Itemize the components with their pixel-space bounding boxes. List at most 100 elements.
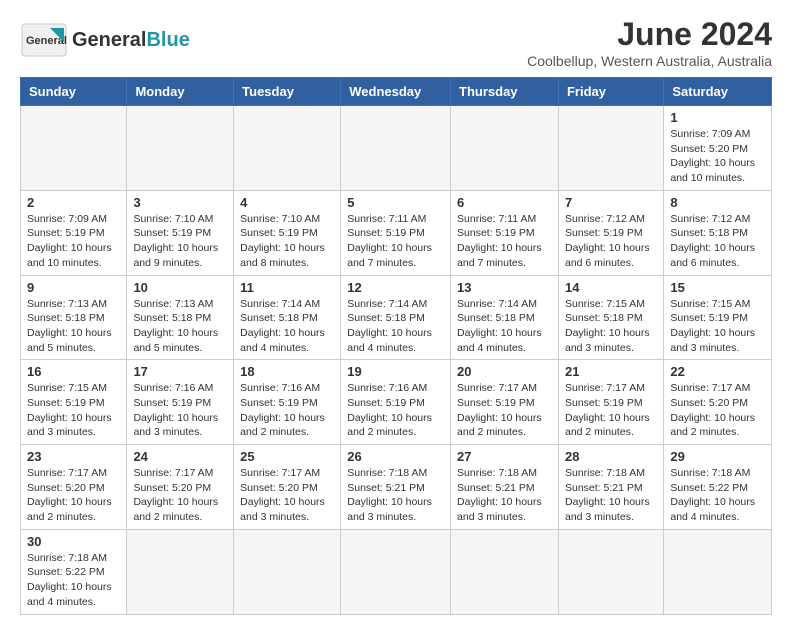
- day-info: Sunrise: 7:12 AM Sunset: 5:18 PM Dayligh…: [670, 212, 765, 271]
- day-number: 5: [347, 195, 444, 210]
- day-number: 27: [457, 449, 552, 464]
- calendar-day-cell: 11Sunrise: 7:14 AM Sunset: 5:18 PM Dayli…: [234, 275, 341, 360]
- day-info: Sunrise: 7:18 AM Sunset: 5:21 PM Dayligh…: [565, 466, 657, 525]
- calendar-day-cell: 22 Sunrise: 7:17 AM Sunset: 5:20 PM Dayli…: [664, 360, 772, 445]
- header: General GeneralBlue June 2024 Coolbellup…: [20, 16, 772, 69]
- day-info: Sunrise: 7:15 AM Sunset: 5:18 PM Dayligh…: [565, 297, 657, 356]
- day-number: 2: [27, 195, 120, 210]
- day-info: Sunrise: 7:11 AM Sunset: 5:19 PM Dayligh…: [457, 212, 552, 271]
- calendar-day-cell: 3 Sunrise: 7:10 AM Sunset: 5:19 PM Daylig…: [127, 190, 234, 275]
- day-number: 15: [670, 280, 765, 295]
- day-info: Sunrise: 7:17 AM Sunset: 5:20 PM Dayligh…: [240, 466, 334, 525]
- calendar-day-cell: [341, 106, 451, 191]
- calendar-day-cell: 27 Sunrise: 7:18 AM Sunset: 5:21 PM Dayli…: [451, 445, 559, 530]
- calendar-day-cell: 12 Sunrise: 7:14 AM Sunset: 5:18 PM Dayli…: [341, 275, 451, 360]
- day-number: 17: [133, 364, 227, 379]
- day-number: 9: [27, 280, 120, 295]
- logo-icon: General: [20, 16, 68, 64]
- day-number: 24: [133, 449, 227, 464]
- day-info: Sunrise: 7:16 AM Sunset: 5:19 PM Dayligh…: [240, 381, 334, 440]
- day-number: 22: [670, 364, 765, 379]
- weekday-header-row: SundayMondayTuesdayWednesdayThursdayFrid…: [21, 78, 772, 106]
- day-info: Sunrise: 7:17 AM Sunset: 5:20 PM Dayligh…: [670, 381, 765, 440]
- calendar-day-cell: [451, 529, 559, 614]
- day-number: 6: [457, 195, 552, 210]
- day-number: 11: [240, 280, 334, 295]
- calendar-day-cell: 28Sunrise: 7:18 AM Sunset: 5:21 PM Dayli…: [558, 445, 663, 530]
- day-number: 8: [670, 195, 765, 210]
- weekday-header-thursday: Thursday: [451, 78, 559, 106]
- title-area: June 2024 Coolbellup, Western Australia,…: [527, 16, 772, 69]
- day-number: 10: [133, 280, 227, 295]
- calendar-day-cell: 9 Sunrise: 7:13 AM Sunset: 5:18 PM Daylig…: [21, 275, 127, 360]
- calendar-day-cell: 14 Sunrise: 7:15 AM Sunset: 5:18 PM Dayli…: [558, 275, 663, 360]
- weekday-header-wednesday: Wednesday: [341, 78, 451, 106]
- weekday-header-monday: Monday: [127, 78, 234, 106]
- weekday-header-friday: Friday: [558, 78, 663, 106]
- day-number: 13: [457, 280, 552, 295]
- day-info: Sunrise: 7:16 AM Sunset: 5:19 PM Dayligh…: [347, 381, 444, 440]
- day-info: Sunrise: 7:17 AM Sunset: 5:19 PM Dayligh…: [457, 381, 552, 440]
- day-info: Sunrise: 7:18 AM Sunset: 5:22 PM Dayligh…: [670, 466, 765, 525]
- day-number: 29: [670, 449, 765, 464]
- day-number: 19: [347, 364, 444, 379]
- calendar-week-row: 9 Sunrise: 7:13 AM Sunset: 5:18 PM Daylig…: [21, 275, 772, 360]
- calendar-day-cell: [451, 106, 559, 191]
- calendar-day-cell: 18 Sunrise: 7:16 AM Sunset: 5:19 PM Dayli…: [234, 360, 341, 445]
- day-info: Sunrise: 7:13 AM Sunset: 5:18 PM Dayligh…: [27, 297, 120, 356]
- day-number: 30: [27, 534, 120, 549]
- day-info: Sunrise: 7:11 AM Sunset: 5:19 PM Dayligh…: [347, 212, 444, 271]
- day-number: 14: [565, 280, 657, 295]
- day-info: Sunrise: 7:12 AM Sunset: 5:19 PM Dayligh…: [565, 212, 657, 271]
- day-number: 3: [133, 195, 227, 210]
- calendar-day-cell: [558, 106, 663, 191]
- day-number: 23: [27, 449, 120, 464]
- calendar-day-cell: 30Sunrise: 7:18 AM Sunset: 5:22 PM Dayli…: [21, 529, 127, 614]
- calendar-day-cell: 15 Sunrise: 7:15 AM Sunset: 5:19 PM Dayli…: [664, 275, 772, 360]
- day-info: Sunrise: 7:14 AM Sunset: 5:18 PM Dayligh…: [457, 297, 552, 356]
- calendar-day-cell: 24Sunrise: 7:17 AM Sunset: 5:20 PM Dayli…: [127, 445, 234, 530]
- calendar-week-row: 16Sunrise: 7:15 AM Sunset: 5:19 PM Dayli…: [21, 360, 772, 445]
- calendar-week-row: 30Sunrise: 7:18 AM Sunset: 5:22 PM Dayli…: [21, 529, 772, 614]
- day-number: 18: [240, 364, 334, 379]
- calendar-day-cell: 29 Sunrise: 7:18 AM Sunset: 5:22 PM Dayli…: [664, 445, 772, 530]
- calendar-day-cell: 13 Sunrise: 7:14 AM Sunset: 5:18 PM Dayli…: [451, 275, 559, 360]
- day-info: Sunrise: 7:10 AM Sunset: 5:19 PM Dayligh…: [240, 212, 334, 271]
- day-info: Sunrise: 7:09 AM Sunset: 5:19 PM Dayligh…: [27, 212, 120, 271]
- calendar-day-cell: 4 Sunrise: 7:10 AM Sunset: 5:19 PM Daylig…: [234, 190, 341, 275]
- day-info: Sunrise: 7:10 AM Sunset: 5:19 PM Dayligh…: [133, 212, 227, 271]
- day-info: Sunrise: 7:17 AM Sunset: 5:20 PM Dayligh…: [27, 466, 120, 525]
- calendar-day-cell: 23 Sunrise: 7:17 AM Sunset: 5:20 PM Dayli…: [21, 445, 127, 530]
- day-info: Sunrise: 7:15 AM Sunset: 5:19 PM Dayligh…: [670, 297, 765, 356]
- calendar-day-cell: [664, 529, 772, 614]
- day-number: 4: [240, 195, 334, 210]
- calendar-day-cell: [234, 529, 341, 614]
- location-subtitle: Coolbellup, Western Australia, Australia: [527, 53, 772, 69]
- weekday-header-sunday: Sunday: [21, 78, 127, 106]
- calendar-day-cell: 20 Sunrise: 7:17 AM Sunset: 5:19 PM Dayli…: [451, 360, 559, 445]
- calendar-day-cell: [127, 106, 234, 191]
- weekday-header-saturday: Saturday: [664, 78, 772, 106]
- calendar-day-cell: 10Sunrise: 7:13 AM Sunset: 5:18 PM Dayli…: [127, 275, 234, 360]
- calendar-day-cell: [234, 106, 341, 191]
- day-info: Sunrise: 7:16 AM Sunset: 5:19 PM Dayligh…: [133, 381, 227, 440]
- calendar-day-cell: 25Sunrise: 7:17 AM Sunset: 5:20 PM Dayli…: [234, 445, 341, 530]
- calendar-day-cell: [127, 529, 234, 614]
- day-number: 20: [457, 364, 552, 379]
- weekday-header-tuesday: Tuesday: [234, 78, 341, 106]
- calendar-day-cell: 1Sunrise: 7:09 AM Sunset: 5:20 PM Daylig…: [664, 106, 772, 191]
- day-number: 26: [347, 449, 444, 464]
- calendar-day-cell: 19 Sunrise: 7:16 AM Sunset: 5:19 PM Dayli…: [341, 360, 451, 445]
- calendar-day-cell: 26Sunrise: 7:18 AM Sunset: 5:21 PM Dayli…: [341, 445, 451, 530]
- day-number: 21: [565, 364, 657, 379]
- day-number: 1: [670, 110, 765, 125]
- calendar-week-row: 23 Sunrise: 7:17 AM Sunset: 5:20 PM Dayli…: [21, 445, 772, 530]
- day-number: 7: [565, 195, 657, 210]
- day-info: Sunrise: 7:15 AM Sunset: 5:19 PM Dayligh…: [27, 381, 120, 440]
- day-info: Sunrise: 7:14 AM Sunset: 5:18 PM Dayligh…: [347, 297, 444, 356]
- logo: General GeneralBlue: [20, 16, 190, 64]
- calendar-day-cell: 7 Sunrise: 7:12 AM Sunset: 5:19 PM Daylig…: [558, 190, 663, 275]
- day-info: Sunrise: 7:18 AM Sunset: 5:21 PM Dayligh…: [457, 466, 552, 525]
- day-number: 12: [347, 280, 444, 295]
- month-title: June 2024: [527, 16, 772, 53]
